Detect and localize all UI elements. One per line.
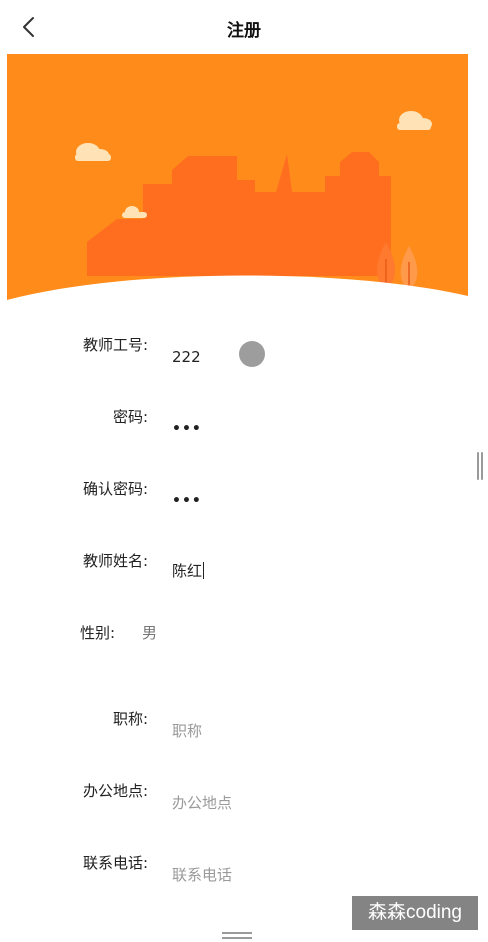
banner-illustration [7,54,468,300]
confirm-password-input[interactable] [172,488,452,514]
form-row-teacher-name: 教师姓名: 陈红 [0,550,488,590]
form-row-title: 职称: [0,708,488,748]
password-label: 密码: [112,408,148,426]
form-row-password: 密码: [0,406,488,446]
title-input[interactable] [172,718,452,744]
nav-bar: 注册 [0,0,488,54]
form-row-office: 办公地点: [0,780,488,820]
home-indicator[interactable] [222,932,252,940]
password-input[interactable] [172,416,452,442]
teacher-id-input[interactable] [172,344,452,370]
gender-selector[interactable]: 男 [142,622,157,643]
office-input[interactable] [172,790,452,816]
form-row-confirm-password: 确认密码: [0,478,488,518]
watermark: 森森coding [352,896,478,930]
teacher-name-input[interactable]: 陈红 [172,560,205,581]
scrollbar-handle[interactable] [477,452,483,480]
title-label: 职称: [112,710,148,728]
teacher-name-label: 教师姓名: [82,552,148,570]
confirm-password-label: 确认密码: [82,480,148,498]
touch-indicator [239,341,265,367]
form-row-phone: 联系电话: [0,852,488,892]
text-caret [203,562,205,579]
page-title: 注册 [227,21,261,41]
phone-label: 联系电话: [82,854,148,872]
phone-input[interactable] [172,862,452,888]
teacher-name-value: 陈红 [172,562,203,580]
gender-label: 性别: [80,624,116,642]
office-label: 办公地点: [82,782,148,800]
teacher-id-label: 教师工号: [82,336,148,354]
